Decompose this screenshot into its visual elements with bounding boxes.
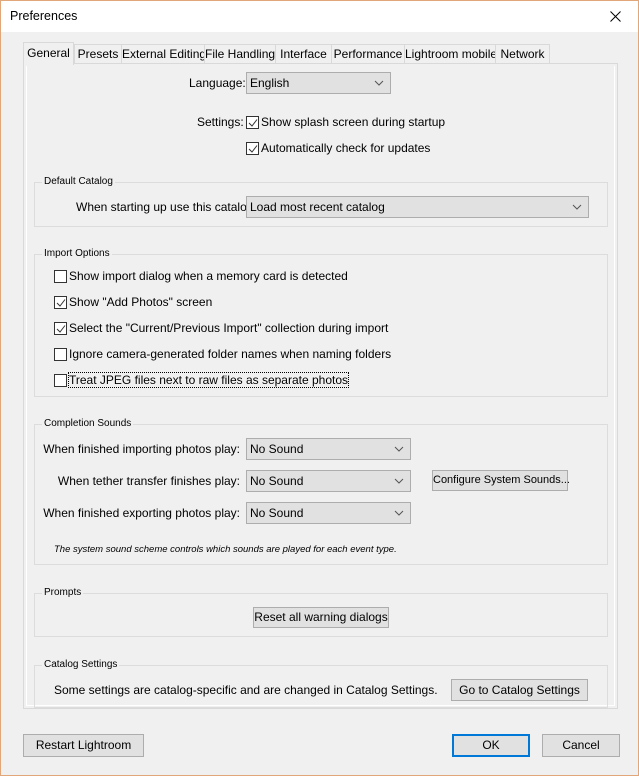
auto-check-updates-checkbox[interactable]: Automatically check for updates: [246, 140, 430, 156]
checkbox[interactable]: [246, 115, 259, 129]
import-sound-dropdown[interactable]: No Sound: [246, 438, 411, 460]
export-sound-label: When finished exporting photos play:: [43, 506, 240, 520]
checkbox[interactable]: [54, 373, 67, 387]
checkbox-label: Ignore camera-generated folder names whe…: [69, 347, 392, 361]
export-sound-dropdown[interactable]: No Sound: [246, 502, 411, 524]
startup-catalog-value: Load most recent catalog: [250, 200, 385, 214]
export-sound-value: No Sound: [250, 506, 304, 520]
tether-sound-label: When tether transfer finishes play:: [57, 474, 240, 488]
treat-jpeg-separate-checkbox[interactable]: Treat JPEG files next to raw files as se…: [54, 372, 350, 388]
configure-system-sounds-button[interactable]: Configure System Sounds...: [432, 470, 570, 491]
chevron-down-icon: [394, 446, 404, 452]
chevron-down-icon: [572, 204, 582, 210]
tab-presets[interactable]: Presets: [74, 44, 122, 64]
reset-warning-dialogs-button[interactable]: Reset all warning dialogs: [253, 607, 389, 628]
checkbox-label: Automatically check for updates: [261, 141, 431, 155]
tab-external-editing[interactable]: External Editing: [121, 44, 206, 64]
preferences-window: Preferences General Presets External Edi…: [0, 0, 639, 776]
checkbox[interactable]: [54, 295, 67, 309]
group-title: Catalog Settings: [42, 659, 120, 670]
checkbox-label: Show import dialog when a memory card is…: [69, 269, 348, 283]
tether-sound-value: No Sound: [250, 474, 304, 488]
tab-lightroom-mobile[interactable]: Lightroom mobile: [404, 44, 497, 64]
chevron-down-icon: [394, 510, 404, 516]
tether-sound-dropdown[interactable]: No Sound: [246, 470, 411, 492]
chevron-down-icon: [374, 80, 384, 86]
startup-catalog-dropdown[interactable]: Load most recent catalog: [246, 196, 589, 218]
checkbox[interactable]: [54, 269, 67, 283]
language-value: English: [250, 76, 290, 90]
checkbox[interactable]: [54, 347, 67, 361]
title-bar: Preferences: [1, 1, 638, 32]
settings-label: Settings:: [197, 115, 244, 129]
tab-general[interactable]: General: [23, 42, 74, 65]
catalog-settings-text: Some settings are catalog-specific and a…: [54, 683, 438, 697]
language-label: Language:: [189, 76, 246, 90]
group-title: Prompts: [42, 587, 84, 598]
checkbox-label: Show "Add Photos" screen: [69, 295, 213, 309]
tab-performance[interactable]: Performance: [331, 44, 405, 64]
show-import-dialog-checkbox[interactable]: Show import dialog when a memory card is…: [54, 268, 348, 284]
restart-lightroom-button[interactable]: Restart Lightroom: [23, 734, 144, 757]
cancel-button[interactable]: Cancel: [542, 734, 620, 757]
checkbox-label: Select the "Current/Previous Import" col…: [69, 321, 389, 335]
show-splash-checkbox[interactable]: Show splash screen during startup: [246, 114, 445, 130]
group-title: Import Options: [42, 248, 112, 259]
import-sound-label: When finished importing photos play:: [43, 442, 240, 456]
tab-file-handling[interactable]: File Handling: [204, 44, 276, 64]
ignore-folder-names-checkbox[interactable]: Ignore camera-generated folder names whe…: [54, 346, 391, 362]
checkbox-label: Show splash screen during startup: [261, 115, 446, 129]
checkmark-icon: [248, 118, 258, 127]
language-dropdown[interactable]: English: [246, 72, 391, 94]
checkmark-icon: [56, 324, 66, 333]
ok-button[interactable]: OK: [452, 734, 530, 757]
checkbox-label: Treat JPEG files next to raw files as se…: [67, 372, 350, 388]
go-to-catalog-settings-button[interactable]: Go to Catalog Settings: [451, 679, 588, 701]
select-current-import-checkbox[interactable]: Select the "Current/Previous Import" col…: [54, 320, 388, 336]
group-title: Default Catalog: [42, 176, 115, 187]
show-add-photos-checkbox[interactable]: Show "Add Photos" screen: [54, 294, 212, 310]
checkbox[interactable]: [54, 321, 67, 335]
checkmark-icon: [248, 144, 258, 153]
close-icon: [609, 11, 621, 22]
group-title: Completion Sounds: [42, 418, 134, 429]
tab-network[interactable]: Network: [495, 44, 550, 64]
close-button[interactable]: [592, 1, 638, 32]
checkmark-icon: [56, 298, 66, 307]
catalog-label: When starting up use this catalog:: [76, 200, 257, 214]
chevron-down-icon: [394, 478, 404, 484]
window-title: Preferences: [10, 9, 78, 23]
sound-scheme-note: The system sound scheme controls which s…: [54, 544, 397, 555]
import-sound-value: No Sound: [250, 442, 304, 456]
tab-interface[interactable]: Interface: [275, 44, 332, 64]
checkbox[interactable]: [246, 141, 259, 155]
